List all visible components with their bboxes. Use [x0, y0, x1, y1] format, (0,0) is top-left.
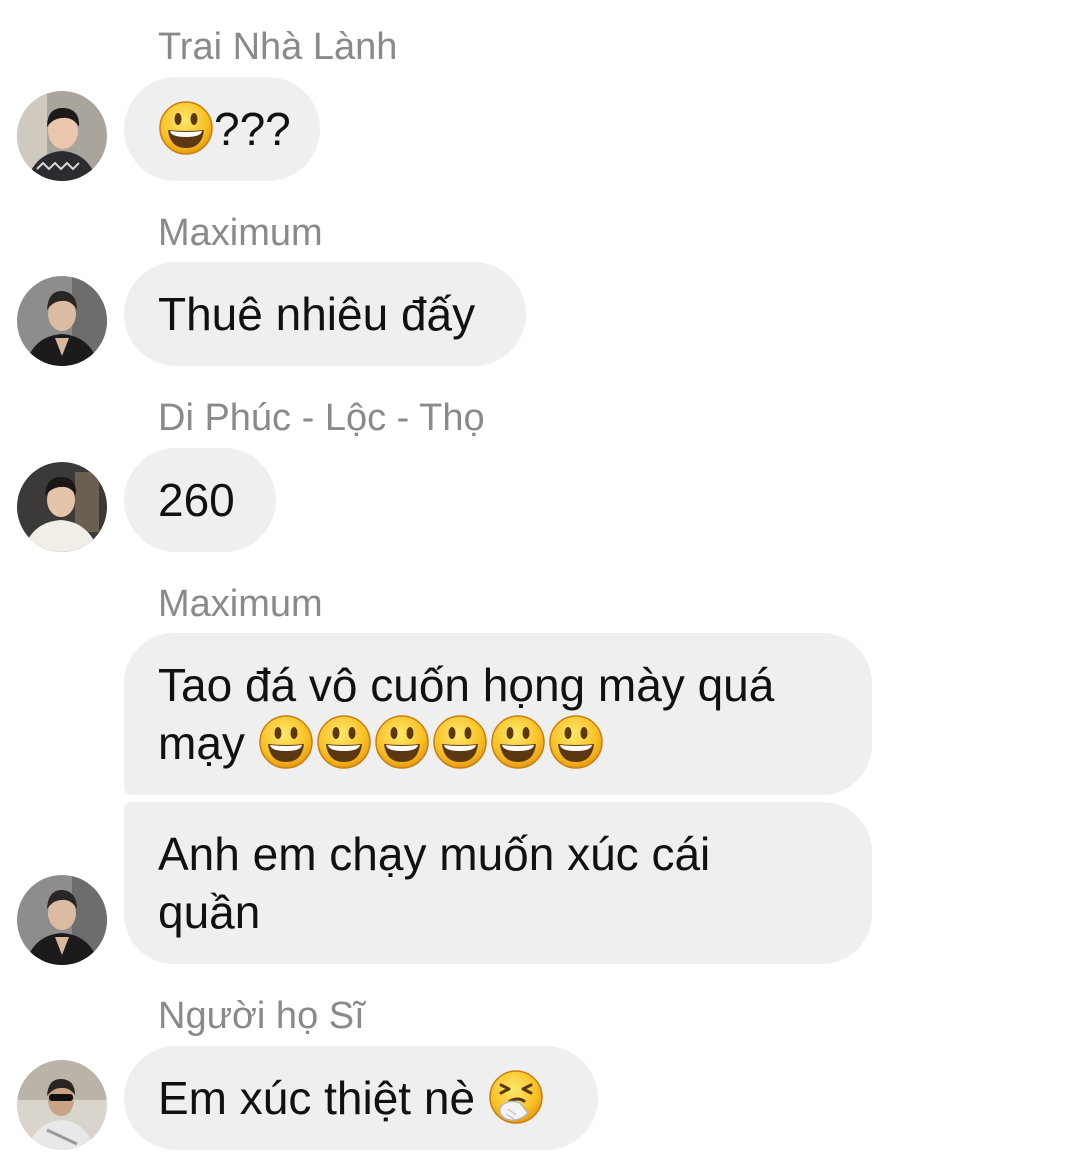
avatar[interactable]	[17, 462, 107, 552]
sender-name: Trai Nhà Lành	[158, 26, 398, 68]
message-bubble[interactable]: Em xúc thiệt nè	[124, 1046, 598, 1150]
grinning-face-emoji-icon	[548, 714, 604, 770]
message-bubble[interactable]: 260	[124, 448, 276, 552]
avatar[interactable]	[17, 875, 107, 965]
avatar[interactable]	[17, 276, 107, 366]
message-text-line: quần	[158, 886, 261, 938]
grinning-face-emoji-icon	[258, 714, 314, 770]
grinning-face-emoji-icon	[490, 714, 546, 770]
grinning-face-emoji-icon	[158, 100, 214, 156]
message-text: Thuê nhiêu đấy	[158, 288, 476, 340]
message-text-line: Tao đá vô cuốn họng mày quá	[158, 659, 775, 711]
sender-name: Người họ Sĩ	[158, 995, 365, 1037]
message-text: 260	[158, 474, 235, 526]
grinning-face-emoji-icon	[374, 714, 430, 770]
sender-name: Di Phúc - Lộc - Thọ	[158, 397, 485, 439]
message-bubble[interactable]: Thuê nhiêu đấy	[124, 262, 526, 366]
message-text: ???	[214, 103, 291, 155]
avatar[interactable]	[17, 91, 107, 181]
message-bubble[interactable]: ???	[124, 77, 320, 181]
grinning-face-emoji-icon	[432, 714, 488, 770]
message-text: Em xúc thiệt nè	[158, 1072, 476, 1124]
message-bubble[interactable]: Tao đá vô cuốn họng mày quá mạy	[124, 633, 872, 795]
sneezing-face-emoji-icon	[488, 1069, 544, 1125]
message-text-line: mạy	[158, 714, 838, 772]
avatar[interactable]	[17, 1060, 107, 1150]
grinning-face-emoji-icon	[316, 714, 372, 770]
message-text-line: Anh em chạy muốn xúc cái	[158, 828, 711, 880]
sender-name: Maximum	[158, 583, 323, 625]
sender-name: Maximum	[158, 212, 323, 254]
message-bubble[interactable]: Anh em chạy muốn xúc cái quần	[124, 802, 872, 964]
message-text: mạy	[158, 717, 245, 769]
